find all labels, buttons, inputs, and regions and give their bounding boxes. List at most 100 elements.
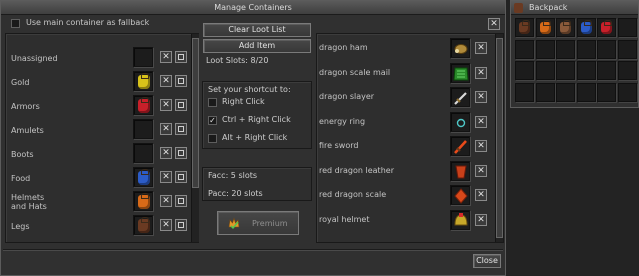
- remove-loot-icon[interactable]: ✕: [475, 66, 487, 79]
- backpack-slot[interactable]: [535, 39, 555, 59]
- clear-category-icon[interactable]: ✕: [160, 195, 172, 207]
- clear-category-icon[interactable]: ✕: [160, 75, 172, 87]
- backpack-slot[interactable]: [556, 82, 575, 102]
- clear-category-icon[interactable]: ✕: [160, 123, 172, 135]
- backpack-slot[interactable]: [556, 18, 575, 37]
- select-container-icon[interactable]: [175, 219, 187, 231]
- category-row[interactable]: Food ✕: [11, 167, 187, 189]
- backpack-slot[interactable]: [535, 82, 555, 102]
- category-row[interactable]: Unassigned ✕: [11, 47, 187, 69]
- loot-item-row[interactable]: dragon slayer ✕: [319, 87, 491, 111]
- loot-item-row[interactable]: royal helmet ✕: [319, 209, 491, 234]
- premium-button[interactable]: Premium: [217, 211, 299, 235]
- select-container-icon[interactable]: [175, 123, 187, 135]
- backpack-slot[interactable]: [515, 61, 534, 80]
- remove-loot-icon[interactable]: ✕: [475, 213, 487, 226]
- add-item-button[interactable]: Add Item: [203, 39, 311, 53]
- loot-item-slot[interactable]: [450, 185, 470, 205]
- backpack-slot[interactable]: [556, 61, 575, 80]
- backpack-slot[interactable]: [556, 39, 575, 59]
- remove-loot-icon[interactable]: ✕: [475, 91, 487, 103]
- backpack-titlebar[interactable]: Backpack: [511, 1, 638, 15]
- backpack-slot[interactable]: [515, 39, 534, 59]
- category-row[interactable]: Helmets and Hats ✕: [11, 191, 187, 213]
- select-container-icon[interactable]: [175, 51, 187, 63]
- category-container-slot[interactable]: [133, 143, 153, 163]
- backpack-slot[interactable]: [576, 39, 596, 59]
- loot-item-row[interactable]: red dragon scale ✕: [319, 185, 491, 209]
- loot-item-slot[interactable]: [450, 38, 470, 58]
- loot-item-row[interactable]: dragon ham ✕: [319, 38, 491, 62]
- clear-category-icon[interactable]: ✕: [160, 51, 172, 63]
- backpack-slot[interactable]: [617, 61, 637, 80]
- backpack-slot[interactable]: [576, 61, 596, 80]
- loot-item-slot[interactable]: [450, 209, 470, 230]
- select-container-icon[interactable]: [175, 195, 187, 207]
- shortcut-checkbox[interactable]: [208, 134, 217, 143]
- backpack-slot[interactable]: [535, 61, 555, 80]
- backpack-slot[interactable]: [617, 18, 637, 37]
- backpack-slot[interactable]: [576, 82, 596, 102]
- backpack-slot[interactable]: [535, 18, 555, 37]
- clear-category-icon[interactable]: ✕: [160, 219, 172, 231]
- remove-loot-icon[interactable]: ✕: [475, 189, 487, 201]
- loot-scrollbar[interactable]: [495, 34, 503, 242]
- category-row[interactable]: Legs ✕: [11, 215, 187, 237]
- window-title[interactable]: Manage Containers: [1, 1, 505, 15]
- close-button[interactable]: Close: [473, 254, 501, 268]
- category-scroll-thumb[interactable]: [192, 38, 199, 188]
- category-row[interactable]: Armors ✕: [11, 95, 187, 117]
- category-container-slot[interactable]: [133, 119, 153, 139]
- select-container-icon[interactable]: [175, 171, 187, 183]
- backpack-slot[interactable]: [515, 82, 534, 102]
- clear-category-icon[interactable]: ✕: [160, 171, 172, 183]
- loot-item-row[interactable]: red dragon leather ✕: [319, 160, 491, 185]
- shortcut-checkbox[interactable]: ✓: [208, 116, 217, 125]
- backpack-slot[interactable]: [597, 82, 616, 102]
- loot-item-slot[interactable]: [450, 87, 470, 107]
- category-container-slot[interactable]: [133, 47, 153, 67]
- backpack-slot[interactable]: [576, 18, 596, 37]
- loot-item-row[interactable]: energy ring ✕: [319, 111, 491, 136]
- category-container-slot[interactable]: [133, 215, 153, 235]
- fallback-checkbox[interactable]: [11, 19, 20, 28]
- backpack-slot[interactable]: [597, 39, 616, 59]
- remove-loot-icon[interactable]: ✕: [475, 140, 487, 152]
- category-row[interactable]: Amulets ✕: [11, 119, 187, 141]
- category-row[interactable]: Boots ✕: [11, 143, 187, 165]
- category-container-slot[interactable]: [133, 167, 153, 187]
- category-container-slot[interactable]: [133, 95, 153, 115]
- remove-loot-icon[interactable]: ✕: [475, 115, 487, 128]
- category-row[interactable]: Gold ✕: [11, 71, 187, 93]
- category-container-slot[interactable]: [133, 71, 153, 91]
- clear-loot-list-button[interactable]: Clear Loot List: [203, 23, 311, 37]
- pacc-label: Pacc: 20 slots: [208, 189, 263, 198]
- ring-icon: [456, 118, 466, 127]
- clear-category-icon[interactable]: ✕: [160, 147, 172, 159]
- backpack-slot[interactable]: [597, 61, 616, 80]
- select-container-icon[interactable]: [175, 99, 187, 111]
- ham-icon: [454, 44, 468, 54]
- fallback-close-icon[interactable]: ✕: [488, 18, 500, 30]
- category-scrollbar[interactable]: [191, 34, 199, 242]
- category-container-slot[interactable]: [133, 191, 153, 211]
- select-container-icon[interactable]: [175, 75, 187, 87]
- loot-item-label: fire sword: [319, 141, 359, 150]
- loot-item-slot[interactable]: [450, 136, 470, 156]
- loot-item-slot[interactable]: [450, 111, 470, 132]
- remove-loot-icon[interactable]: ✕: [475, 164, 487, 177]
- loot-item-slot[interactable]: [450, 62, 470, 83]
- loot-item-row[interactable]: fire sword ✕: [319, 136, 491, 160]
- backpack-item-icon: [560, 20, 571, 34]
- clear-category-icon[interactable]: ✕: [160, 99, 172, 111]
- select-container-icon[interactable]: [175, 147, 187, 159]
- loot-item-slot[interactable]: [450, 160, 470, 181]
- loot-scroll-thumb[interactable]: [496, 38, 503, 238]
- shortcut-checkbox[interactable]: [208, 98, 217, 107]
- loot-item-row[interactable]: dragon scale mail ✕: [319, 62, 491, 87]
- remove-loot-icon[interactable]: ✕: [475, 42, 487, 54]
- backpack-slot[interactable]: [515, 18, 534, 37]
- backpack-slot[interactable]: [617, 39, 637, 59]
- backpack-slot[interactable]: [617, 82, 637, 102]
- backpack-slot[interactable]: [597, 18, 616, 37]
